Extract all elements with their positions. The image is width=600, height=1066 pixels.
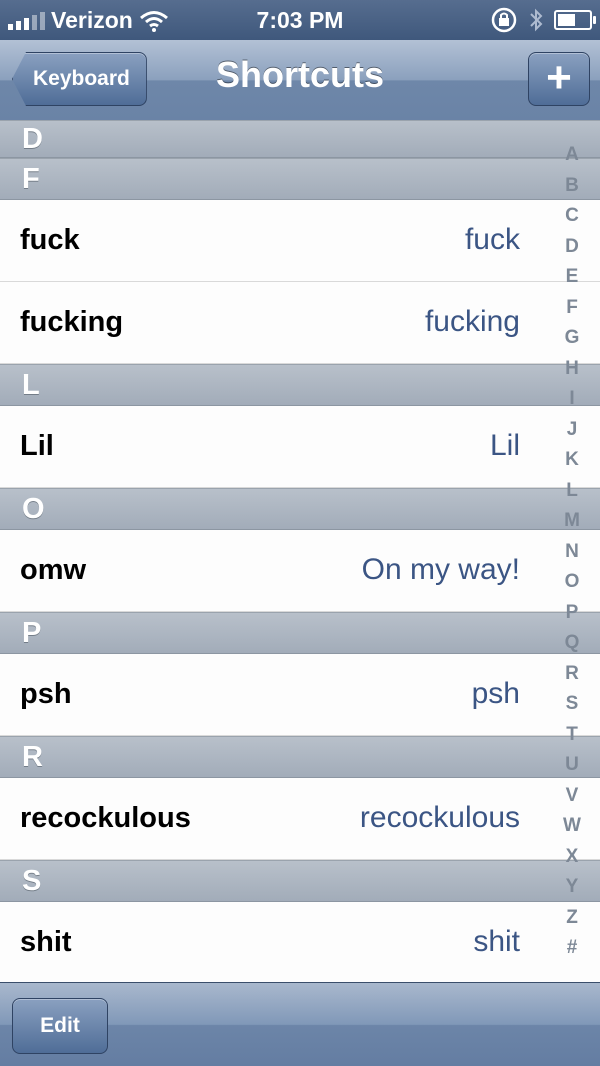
index-letter[interactable]: A (565, 140, 579, 171)
bluetooth-icon (530, 8, 543, 32)
phrase-text: shit (473, 925, 520, 958)
page-title: Shortcuts (215, 54, 384, 95)
index-letter[interactable]: P (566, 598, 579, 629)
index-letter[interactable]: Q (565, 628, 580, 659)
shortcut-row[interactable]: psh psh (0, 654, 600, 736)
index-letter[interactable]: D (565, 232, 579, 263)
index-letter[interactable]: G (565, 323, 580, 354)
index-letter[interactable]: X (566, 842, 579, 873)
shortcut-text: fucking (20, 306, 124, 338)
shortcuts-list[interactable]: click click DFfuckfuckfuckingfuckingLLil… (0, 120, 600, 982)
status-bar: Verizon 7:03 PM (0, 0, 600, 40)
section-header: D (0, 120, 600, 158)
shortcut-text: Lil (20, 430, 54, 462)
shortcut-row[interactable]: shit shit (0, 902, 600, 982)
shortcut-row[interactable]: recockulous recockulous (0, 778, 600, 860)
edit-button[interactable]: Edit (12, 998, 108, 1054)
section-header: R (0, 736, 600, 778)
bottom-toolbar: Edit (0, 982, 600, 1066)
index-letter[interactable]: T (566, 720, 578, 751)
back-button-keyboard[interactable]: Keyboard (12, 52, 147, 106)
index-letter[interactable]: # (567, 933, 578, 964)
shortcut-text: fuck (20, 224, 80, 256)
index-letter[interactable]: C (565, 201, 579, 232)
section-header: P (0, 612, 600, 654)
phrase-text: psh (471, 677, 520, 710)
phrase-text: fuck (464, 223, 520, 256)
phrase-text: fucking (424, 305, 520, 338)
section-header: O (0, 488, 600, 530)
section-header: F (0, 158, 600, 200)
battery-fill (558, 14, 575, 26)
phrase-text: Lil (489, 429, 520, 462)
phrase-text: On my way! (361, 553, 520, 586)
index-letter[interactable]: S (566, 689, 579, 720)
navigation-bar: Keyboard Shortcuts + (0, 40, 600, 121)
index-letter[interactable]: V (566, 781, 579, 812)
index-letter[interactable]: M (564, 506, 580, 537)
index-letter[interactable]: L (566, 476, 578, 507)
index-letter[interactable]: U (565, 750, 579, 781)
shortcut-text: psh (20, 678, 72, 710)
phrase-text: recockulous (359, 801, 520, 834)
shortcut-text: shit (20, 926, 72, 958)
shortcut-text: omw (20, 554, 87, 586)
index-letter[interactable]: B (565, 171, 579, 202)
index-letter[interactable]: N (565, 537, 579, 568)
shortcut-row[interactable]: fucking fucking (0, 282, 600, 364)
section-header: S (0, 860, 600, 902)
add-shortcut-button[interactable]: + (528, 52, 590, 106)
orientation-lock-icon (491, 7, 517, 33)
index-letter[interactable]: J (567, 415, 578, 446)
index-letter[interactable]: F (566, 293, 578, 324)
index-letter[interactable]: W (563, 811, 581, 842)
index-letter[interactable]: O (565, 567, 580, 598)
index-letter[interactable]: H (565, 354, 579, 385)
index-letter[interactable]: R (565, 659, 579, 690)
section-header: L (0, 364, 600, 406)
index-letter[interactable]: I (569, 384, 574, 415)
shortcut-row[interactable]: fuck fuck (0, 200, 600, 282)
section-index[interactable]: A B C D E F G H I J K L M N O P Q R S T U V W X Y Z # (560, 140, 584, 964)
index-letter[interactable]: K (565, 445, 579, 476)
shortcut-row[interactable]: Lil Lil (0, 406, 600, 488)
battery-icon (554, 10, 596, 30)
shortcut-text: recockulous (20, 802, 191, 834)
index-letter[interactable]: Z (566, 903, 578, 934)
status-bar-right (490, 6, 596, 34)
index-letter[interactable]: Y (566, 872, 579, 903)
shortcut-row[interactable]: omw On my way! (0, 530, 600, 612)
index-letter[interactable]: E (566, 262, 579, 293)
